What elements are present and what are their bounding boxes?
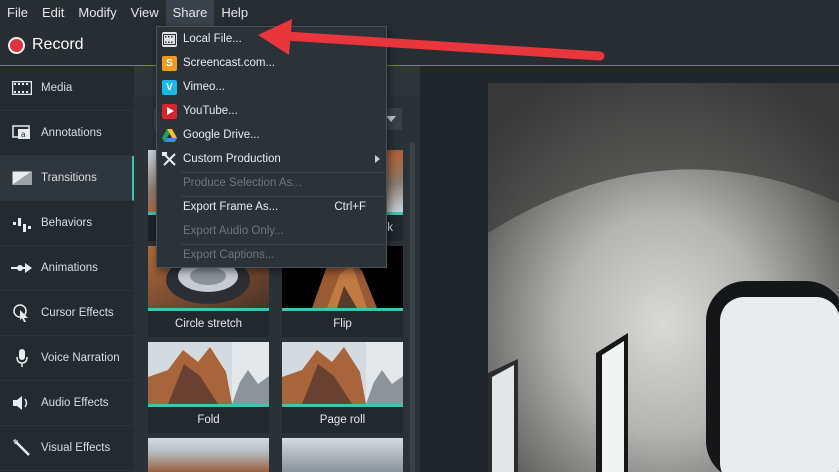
cursor-icon [11, 304, 33, 322]
film-strip-icon [11, 79, 33, 97]
transition-icon [11, 169, 33, 187]
animation-arrow-icon [11, 259, 33, 277]
sidebar-item-annotations[interactable]: a Annotations [0, 111, 134, 156]
menu-item-custom-production[interactable]: Custom Production [157, 147, 386, 171]
menu-item-label: Local File... [183, 33, 242, 45]
canvas-area [420, 66, 839, 472]
library-scrollbar[interactable] [410, 142, 415, 472]
sidebar-item-label: Voice Narration [41, 352, 120, 364]
menu-item-label: Export Captions... [183, 249, 275, 261]
menu-item-screencast[interactable]: S Screencast.com... [157, 51, 386, 75]
sidebar-item-label: Behaviors [41, 217, 93, 229]
sidebar-item-transitions[interactable]: Transitions [0, 156, 134, 201]
sidebar-item-label: Cursor Effects [41, 307, 114, 319]
menu-item-label: Export Frame As... [183, 201, 279, 213]
thumbnail-image [282, 438, 403, 472]
menu-share[interactable]: Share [165, 0, 215, 26]
share-menu-dropdown: Local File... S Screencast.com... V Vime… [156, 26, 387, 268]
sidebar-item-visual-effects[interactable]: Visual Effects [0, 426, 134, 471]
menu-item-produce-selection: Produce Selection As... [157, 171, 386, 195]
chevron-down-icon [386, 116, 396, 122]
record-dot-icon [8, 36, 25, 54]
menu-file[interactable]: File [0, 0, 35, 26]
thumbnail-accent-bar [282, 308, 403, 311]
sidebar-item-behaviors[interactable]: Behaviors [0, 201, 134, 246]
record-toolbar: Record [0, 26, 839, 66]
sidebar-item-voice-narration[interactable]: Voice Narration [0, 336, 134, 381]
menu-item-label: YouTube... [183, 105, 238, 117]
record-button[interactable]: Record [8, 36, 84, 54]
transition-thumbnail[interactable] [148, 438, 269, 472]
thumbnail-caption: Circle stretch [148, 312, 269, 337]
thumbnail-image [148, 438, 269, 472]
youtube-icon [162, 103, 177, 119]
screencast-icon: S [162, 55, 177, 71]
record-label: Record [32, 36, 84, 53]
tools-sidebar: Media a Annotations Transitions Behavior… [0, 66, 134, 472]
menu-modify[interactable]: Modify [71, 0, 123, 26]
thumbnail-caption: Fold [148, 408, 269, 433]
transition-thumbnail-fold[interactable]: Fold [148, 342, 269, 433]
menu-bar: File Edit Modify View Share Help [0, 0, 839, 26]
menu-help[interactable]: Help [214, 0, 255, 26]
sidebar-item-audio-effects[interactable]: Audio Effects [0, 381, 134, 426]
thumbnail-image [148, 342, 269, 404]
menu-item-label: Custom Production [183, 153, 281, 165]
menu-item-export-captions: Export Captions... [157, 243, 386, 267]
menu-item-export-frame[interactable]: Export Frame As... Ctrl+F [157, 195, 386, 219]
sidebar-item-label: Transitions [41, 172, 97, 184]
submenu-arrow-icon [375, 155, 380, 163]
menu-item-shortcut: Ctrl+F [334, 201, 366, 213]
menu-item-vimeo[interactable]: V Vimeo... [157, 75, 386, 99]
thumbnail-image [282, 342, 403, 404]
transition-thumbnail[interactable] [282, 438, 403, 472]
menu-view[interactable]: View [124, 0, 166, 26]
thumbnail-accent-bar [282, 404, 403, 407]
thumbnail-accent-bar [148, 404, 269, 407]
sidebar-item-animations[interactable]: Animations [0, 246, 134, 291]
microphone-icon [11, 349, 33, 367]
thumbnail-caption: Flip [282, 312, 403, 337]
sidebar-item-cursor-effects[interactable]: Cursor Effects [0, 291, 134, 336]
menu-item-export-audio: Export Audio Only... [157, 219, 386, 243]
google-drive-icon [162, 128, 177, 143]
thumbnail-accent-bar [148, 308, 269, 311]
menu-item-label: Export Audio Only... [183, 225, 284, 237]
speaker-icon [11, 394, 33, 412]
tools-icon [162, 151, 177, 167]
sidebar-item-label: Annotations [41, 127, 102, 139]
thumbnail-caption: Page roll [282, 408, 403, 433]
menu-item-local-file[interactable]: Local File... [157, 27, 386, 51]
menu-item-google-drive[interactable]: Google Drive... [157, 123, 386, 147]
sidebar-item-label: Visual Effects [41, 442, 111, 454]
annotation-icon: a [11, 124, 33, 142]
sidebar-item-label: Animations [41, 262, 98, 274]
behaviors-icon [11, 214, 33, 232]
menu-edit[interactable]: Edit [35, 0, 71, 26]
menu-item-label: Vimeo... [183, 81, 225, 93]
menu-item-label: Screencast.com... [183, 57, 276, 69]
local-file-icon [162, 31, 177, 47]
canvas-preview[interactable] [488, 83, 839, 472]
menu-item-label: Produce Selection As... [183, 177, 302, 189]
magic-wand-icon [11, 439, 33, 457]
sidebar-item-label: Audio Effects [41, 397, 109, 409]
svg-text:a: a [21, 130, 26, 139]
menu-item-youtube[interactable]: YouTube... [157, 99, 386, 123]
sidebar-item-media[interactable]: Media [0, 66, 134, 111]
sidebar-item-label: Media [41, 82, 73, 94]
transition-thumbnail-page-roll[interactable]: Page roll [282, 342, 403, 433]
vimeo-icon: V [162, 79, 177, 95]
menu-item-label: Google Drive... [183, 129, 260, 141]
